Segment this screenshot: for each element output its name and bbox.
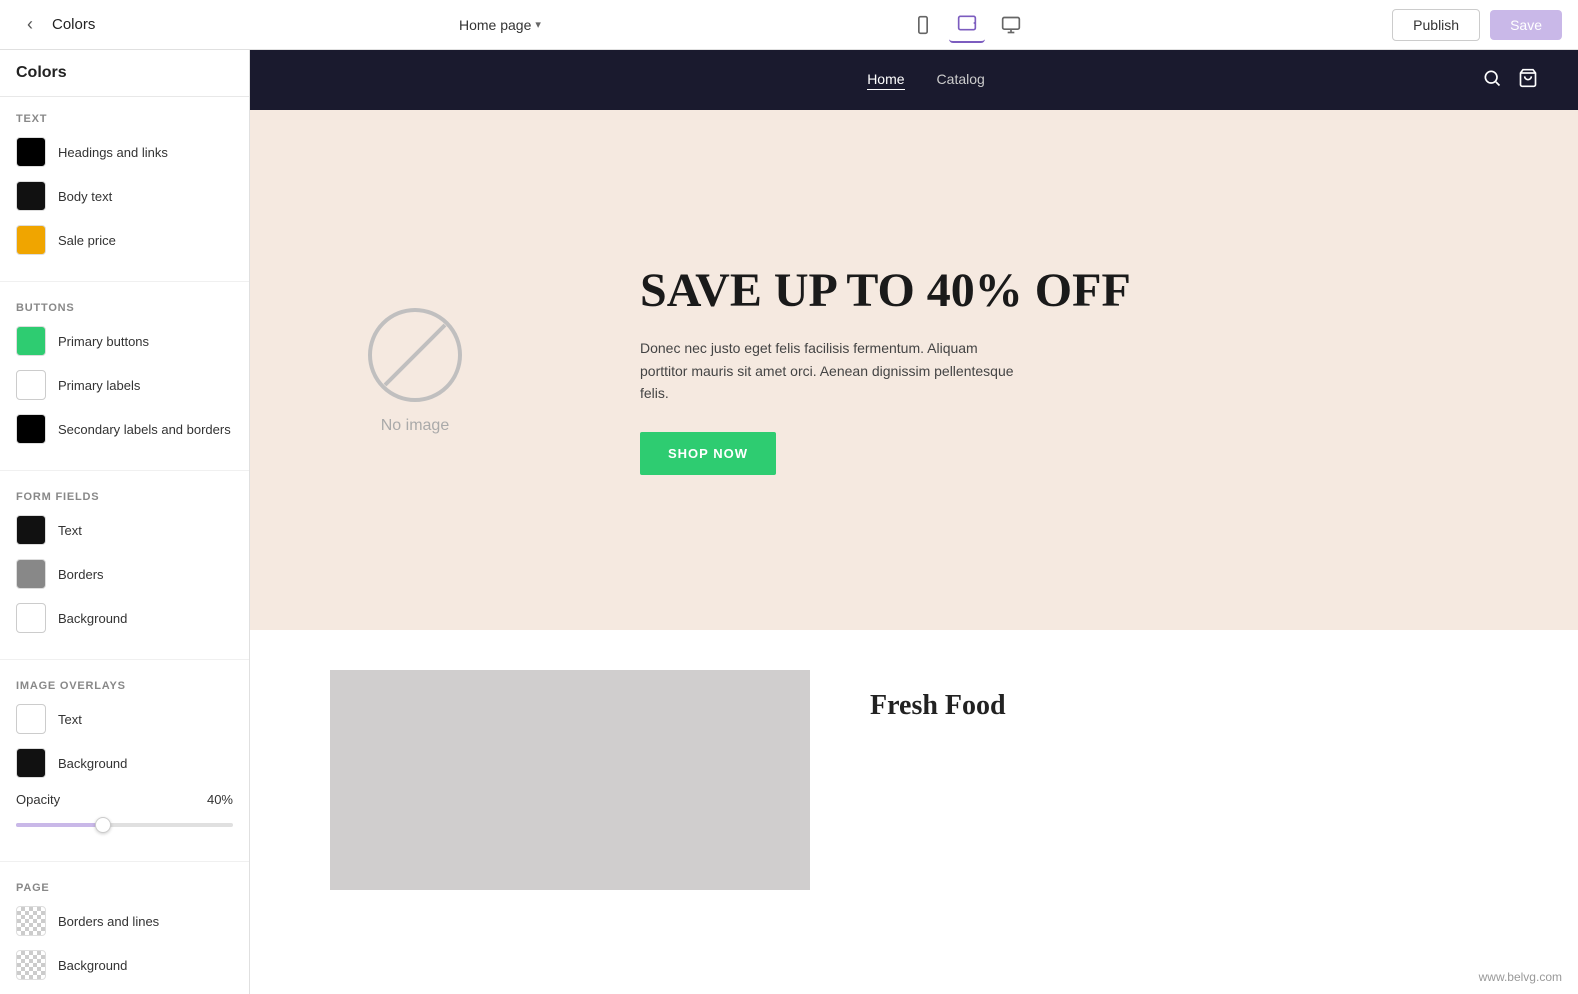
no-image-placeholder: No image xyxy=(365,305,465,435)
page-background-row[interactable]: Background xyxy=(16,950,233,980)
top-bar-left: ‹ Colors xyxy=(16,11,95,39)
shop-now-button[interactable]: SHOP NOW xyxy=(640,432,776,475)
form-borders-swatch[interactable] xyxy=(16,559,46,589)
form-fields-section: FORM FIELDS Text Borders Background xyxy=(0,475,249,655)
second-section: Fresh Food xyxy=(250,630,1578,930)
form-borders-row[interactable]: Borders xyxy=(16,559,233,589)
hero-section: No image SAVE UP TO 40% OFF Donec nec ju… xyxy=(250,110,1578,630)
body-text-swatch[interactable] xyxy=(16,181,46,211)
body-text-row[interactable]: Body text xyxy=(16,181,233,211)
overlay-text-swatch[interactable] xyxy=(16,704,46,734)
headings-links-label: Headings and links xyxy=(58,145,168,160)
search-icon[interactable] xyxy=(1482,68,1502,93)
form-background-label: Background xyxy=(58,611,127,626)
sidebar-header: Colors xyxy=(0,50,249,97)
top-bar: ‹ Colors Home page ▾ Publish Save xyxy=(0,0,1578,50)
nav-link-catalog[interactable]: Catalog xyxy=(937,71,985,90)
sale-price-row[interactable]: Sale price xyxy=(16,225,233,255)
sale-price-swatch[interactable] xyxy=(16,225,46,255)
sidebar-title: Colors xyxy=(52,16,95,33)
slider-thumb[interactable] xyxy=(95,817,111,833)
primary-labels-row[interactable]: Primary labels xyxy=(16,370,233,400)
secondary-labels-label: Secondary labels and borders xyxy=(58,422,231,437)
main-layout: Colors TEXT Headings and links Body text… xyxy=(0,50,1578,994)
opacity-value: 40% xyxy=(207,792,233,807)
watermark: www.belvg.com xyxy=(1479,970,1562,984)
hero-description: Donec nec justo eget felis facilisis fer… xyxy=(640,337,1020,404)
hero-title: SAVE UP TO 40% OFF xyxy=(640,265,1131,318)
sale-price-label: Sale price xyxy=(58,233,116,248)
form-background-swatch[interactable] xyxy=(16,603,46,633)
secondary-labels-row[interactable]: Secondary labels and borders xyxy=(16,414,233,444)
form-text-row[interactable]: Text xyxy=(16,515,233,545)
page-borders-swatch[interactable] xyxy=(16,906,46,936)
fresh-food-title: Fresh Food xyxy=(870,690,1006,722)
buttons-section: BUTTONS Primary buttons Primary labels S… xyxy=(0,286,249,466)
save-button[interactable]: Save xyxy=(1490,10,1562,40)
slider-track xyxy=(16,823,233,827)
image-overlays-section: IMAGE OVERLAYS Text Background Opacity 4… xyxy=(0,664,249,857)
colors-sidebar: Colors TEXT Headings and links Body text… xyxy=(0,50,250,994)
no-image-text: No image xyxy=(381,417,449,435)
publish-button[interactable]: Publish xyxy=(1392,9,1480,41)
form-background-row[interactable]: Background xyxy=(16,603,233,633)
form-text-swatch[interactable] xyxy=(16,515,46,545)
primary-labels-swatch[interactable] xyxy=(16,370,46,400)
secondary-labels-swatch[interactable] xyxy=(16,414,46,444)
second-content: Fresh Food xyxy=(810,670,1066,890)
form-borders-label: Borders xyxy=(58,567,104,582)
page-selector[interactable]: Home page ▾ xyxy=(459,17,541,33)
page-background-label: Background xyxy=(58,958,127,973)
hero-content: SAVE UP TO 40% OFF Donec nec justo eget … xyxy=(640,265,1131,476)
form-fields-section-label: FORM FIELDS xyxy=(16,491,233,503)
tablet-view-button[interactable] xyxy=(949,7,985,43)
image-overlays-section-label: IMAGE OVERLAYS xyxy=(16,680,233,692)
opacity-slider[interactable] xyxy=(16,815,233,835)
headings-links-swatch[interactable] xyxy=(16,137,46,167)
desktop-view-button[interactable] xyxy=(993,7,1029,43)
primary-labels-label: Primary labels xyxy=(58,378,140,393)
body-text-label: Body text xyxy=(58,189,112,204)
overlay-background-row[interactable]: Background xyxy=(16,748,233,778)
overlay-text-row[interactable]: Text xyxy=(16,704,233,734)
opacity-label: Opacity xyxy=(16,792,60,807)
page-section: PAGE Borders and lines Background xyxy=(0,866,249,994)
slider-fill xyxy=(16,823,103,827)
cart-icon[interactable] xyxy=(1518,68,1538,93)
nav-link-home[interactable]: Home xyxy=(867,71,904,90)
mobile-view-button[interactable] xyxy=(905,7,941,43)
preview-frame: Home Catalog xyxy=(250,50,1578,994)
no-image-icon xyxy=(365,305,465,405)
page-section-label: PAGE xyxy=(16,882,233,894)
device-switcher xyxy=(905,7,1029,43)
overlay-text-label: Text xyxy=(58,712,82,727)
primary-buttons-label: Primary buttons xyxy=(58,334,149,349)
headings-links-row[interactable]: Headings and links xyxy=(16,137,233,167)
second-image-placeholder xyxy=(330,670,810,890)
buttons-section-label: BUTTONS xyxy=(16,302,233,314)
store-navbar: Home Catalog xyxy=(250,50,1578,110)
primary-buttons-row[interactable]: Primary buttons xyxy=(16,326,233,356)
overlay-background-swatch[interactable] xyxy=(16,748,46,778)
preview-area: Home Catalog xyxy=(250,50,1578,994)
hero-image-placeholder: No image xyxy=(250,110,580,630)
page-selector-label: Home page xyxy=(459,17,531,33)
back-button[interactable]: ‹ xyxy=(16,11,44,39)
page-borders-label: Borders and lines xyxy=(58,914,159,929)
opacity-row: Opacity 40% xyxy=(16,792,233,835)
chevron-down-icon: ▾ xyxy=(535,18,541,31)
store-nav-icons xyxy=(1482,68,1538,93)
text-section-label: TEXT xyxy=(16,113,233,125)
primary-buttons-swatch[interactable] xyxy=(16,326,46,356)
page-background-swatch[interactable] xyxy=(16,950,46,980)
form-text-label: Text xyxy=(58,523,82,538)
text-section: TEXT Headings and links Body text Sale p… xyxy=(0,97,249,277)
page-borders-row[interactable]: Borders and lines xyxy=(16,906,233,936)
overlay-background-label: Background xyxy=(58,756,127,771)
store-nav-links: Home Catalog xyxy=(867,71,985,90)
top-bar-right: Publish Save xyxy=(1392,9,1562,41)
hero-content-area: SAVE UP TO 40% OFF Donec nec justo eget … xyxy=(580,110,1578,630)
